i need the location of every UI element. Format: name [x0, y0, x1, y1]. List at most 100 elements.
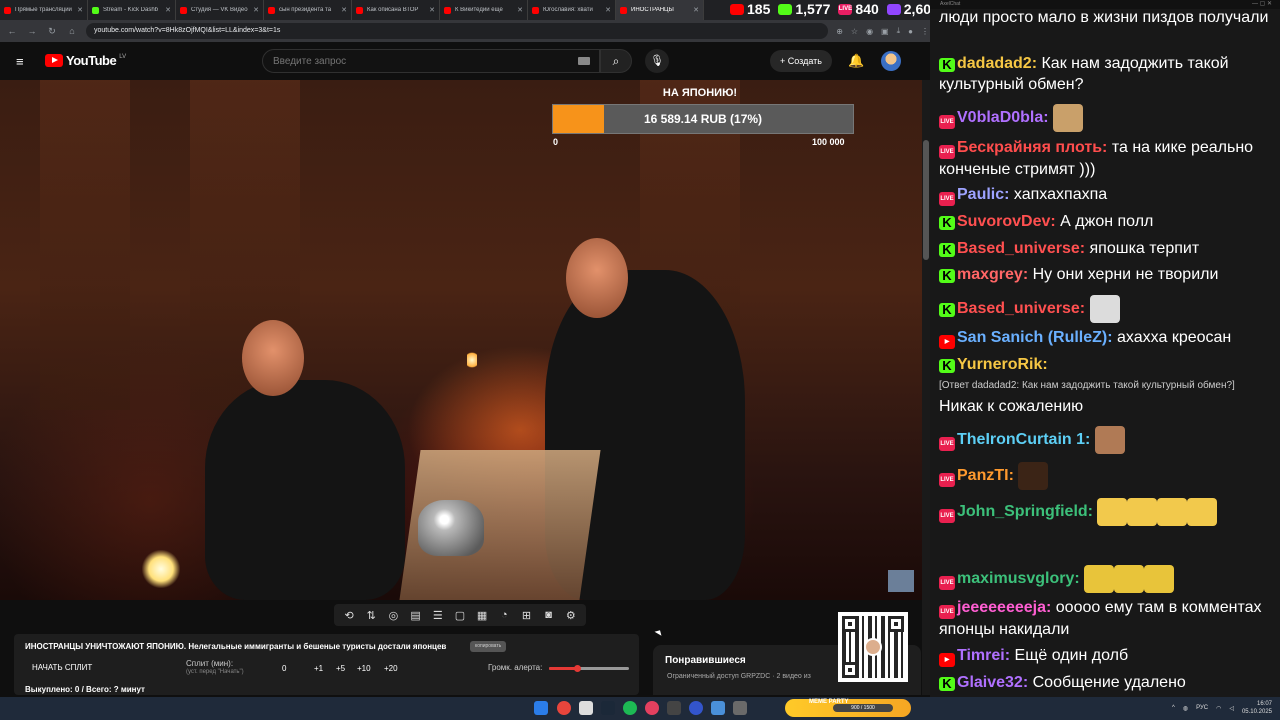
- zoom-icon[interactable]: ⊕: [836, 27, 843, 36]
- browser-tab[interactable]: Как описана ВТОР ✕: [352, 0, 440, 20]
- chat-username[interactable]: San Sanich (RulleZ):: [957, 329, 1113, 346]
- loop-icon[interactable]: ⟲: [341, 609, 357, 622]
- audio-icon[interactable]: ◎: [385, 609, 401, 622]
- alert-volume-slider[interactable]: [549, 665, 629, 672]
- app-icon[interactable]: [645, 701, 659, 715]
- chat-username[interactable]: John_Springfield:: [957, 503, 1093, 520]
- chat-username[interactable]: Glaive32:: [957, 674, 1028, 691]
- create-button[interactable]: + Создать: [770, 50, 832, 72]
- mouse-cursor: [654, 628, 664, 636]
- screenshot-icon[interactable]: ◙: [541, 609, 557, 621]
- extensions-puzzle-icon[interactable]: ▣: [881, 27, 889, 36]
- liked-playlist-title[interactable]: Понравившиеся: [665, 655, 746, 666]
- file-explorer-icon[interactable]: [579, 701, 593, 715]
- app-icon[interactable]: [689, 701, 703, 715]
- chat-username[interactable]: Бескрайняя плоть:: [957, 139, 1107, 156]
- microphone-icon[interactable]: 🎙: [645, 49, 669, 73]
- tray-chevron-icon[interactable]: ^: [1172, 705, 1175, 711]
- chat-username[interactable]: V0blaD0bla:: [957, 109, 1049, 126]
- reload-icon[interactable]: ↻: [46, 26, 58, 37]
- split-plus-10-button[interactable]: +10: [357, 664, 371, 673]
- chat-username[interactable]: maxgrey:: [957, 266, 1028, 283]
- alert-volume-knob[interactable]: [574, 665, 581, 672]
- playlist-icon[interactable]: ☰: [430, 609, 446, 622]
- app-icon[interactable]: [667, 701, 681, 715]
- browser-menu-icon[interactable]: ⋮: [921, 27, 929, 36]
- bookmark-star-icon[interactable]: ☆: [851, 27, 858, 36]
- channel-watermark[interactable]: [888, 570, 914, 592]
- browser-tab[interactable]: ИНОСТРАНЦЫ ✕: [616, 0, 704, 20]
- gear-icon[interactable]: ⚙: [563, 609, 579, 622]
- browser-tab[interactable]: Студия — VK Видео ✕: [176, 0, 264, 20]
- speed-icon[interactable]: ◔: [496, 609, 512, 621]
- chat-window-buttons[interactable]: — ▢ ✕: [1252, 0, 1272, 7]
- close-tab-icon[interactable]: ✕: [165, 6, 171, 14]
- chat-username[interactable]: jeeeeeeeeja:: [957, 599, 1051, 616]
- start-split-button[interactable]: НАЧАТЬ СПЛИТ: [32, 663, 92, 672]
- chat-username[interactable]: SuvorovDev:: [957, 213, 1056, 230]
- close-tab-icon[interactable]: ✕: [77, 6, 83, 14]
- back-icon[interactable]: ←: [6, 26, 18, 36]
- chat-text: Ну они херни не творили: [1032, 266, 1219, 283]
- copy-chip[interactable]: копировать: [470, 641, 507, 652]
- volume-icon[interactable]: ◁: [1229, 705, 1234, 712]
- chat-username[interactable]: Based_universe:: [957, 240, 1085, 257]
- extension-icon[interactable]: ◉: [866, 27, 873, 36]
- chat-username[interactable]: Based_universe:: [957, 300, 1085, 317]
- windows-start-icon[interactable]: [534, 701, 548, 715]
- chat-username[interactable]: dadadad2:: [957, 55, 1037, 72]
- chat-username[interactable]: PanzTI:: [957, 467, 1014, 484]
- language-indicator[interactable]: РУС: [1196, 705, 1208, 711]
- person-left-head: [242, 320, 304, 396]
- youtube-logo[interactable]: YouTube LV: [45, 53, 126, 68]
- sort-icon[interactable]: ⇅: [363, 609, 379, 622]
- chat-username[interactable]: YurneroRik:: [957, 356, 1048, 373]
- chat-username[interactable]: Paulic:: [957, 186, 1009, 203]
- profile-icon[interactable]: ●: [908, 27, 913, 36]
- chat-username[interactable]: Timrei:: [957, 647, 1010, 664]
- chrome-icon[interactable]: [557, 701, 571, 715]
- scrollbar-thumb[interactable]: [923, 140, 929, 260]
- chat-username[interactable]: maximusvglory:: [957, 570, 1080, 587]
- wifi-icon[interactable]: ◠: [1216, 705, 1221, 712]
- miniplayer-icon[interactable]: ▢: [452, 609, 468, 622]
- chat-message: LIVE PanzTI:: [939, 462, 1275, 490]
- browser-tab[interactable]: Прямые трансляции ✕: [0, 0, 88, 20]
- url-field[interactable]: youtube.com/watch?v=8Hk8zOjfMQI&list=LL&…: [86, 23, 829, 39]
- avatar[interactable]: [881, 51, 901, 71]
- split-plus-1-button[interactable]: +1: [314, 664, 323, 673]
- close-tab-icon[interactable]: ✕: [605, 6, 611, 14]
- close-tab-icon[interactable]: ✕: [341, 6, 347, 14]
- spotify-icon[interactable]: [623, 701, 637, 715]
- forward-icon[interactable]: →: [26, 26, 38, 36]
- chat-username[interactable]: TheIronCurtain 1:: [957, 431, 1090, 448]
- browser-tab[interactable]: Югославия: хвати ✕: [528, 0, 616, 20]
- clock[interactable]: 16:07 05.10.2025: [1242, 700, 1272, 716]
- hamburger-menu-icon[interactable]: ≡: [16, 54, 30, 69]
- split-plus-20-button[interactable]: +20: [384, 664, 398, 673]
- video-settings-icon[interactable]: ▤: [408, 609, 424, 622]
- film-icon[interactable]: ▦: [474, 609, 490, 622]
- page-scrollbar[interactable]: [922, 80, 930, 695]
- kick-icon: [778, 3, 793, 15]
- search-input[interactable]: [262, 49, 600, 73]
- close-tab-icon[interactable]: ✕: [693, 6, 699, 14]
- add-icon[interactable]: ⊞: [518, 609, 534, 622]
- browser-tab[interactable]: К Викитедии еще ✕: [440, 0, 528, 20]
- video-player[interactable]: НА ЯПОНИЮ! 16 589.14 RUB (17%) 0 100 000: [0, 80, 922, 600]
- home-icon[interactable]: ⌂: [66, 26, 78, 36]
- keyboard-icon[interactable]: [578, 57, 590, 65]
- downloads-icon[interactable]: ⤓: [897, 26, 901, 36]
- search-button[interactable]: ⌕: [600, 49, 632, 73]
- browser-tab[interactable]: сын президента та ✕: [264, 0, 352, 20]
- steam-icon[interactable]: [601, 701, 615, 715]
- close-tab-icon[interactable]: ✕: [517, 6, 523, 14]
- close-tab-icon[interactable]: ✕: [429, 6, 435, 14]
- close-tab-icon[interactable]: ✕: [253, 6, 259, 14]
- split-plus-5-button[interactable]: +5: [336, 664, 345, 673]
- notifications-bell-icon[interactable]: 🔔: [848, 53, 864, 69]
- browser-tab[interactable]: Stream - Kick Dashb ✕: [88, 0, 176, 20]
- app-icon[interactable]: [711, 701, 725, 715]
- app-icon[interactable]: [733, 701, 747, 715]
- tray-app-icon[interactable]: ◍: [1183, 705, 1188, 712]
